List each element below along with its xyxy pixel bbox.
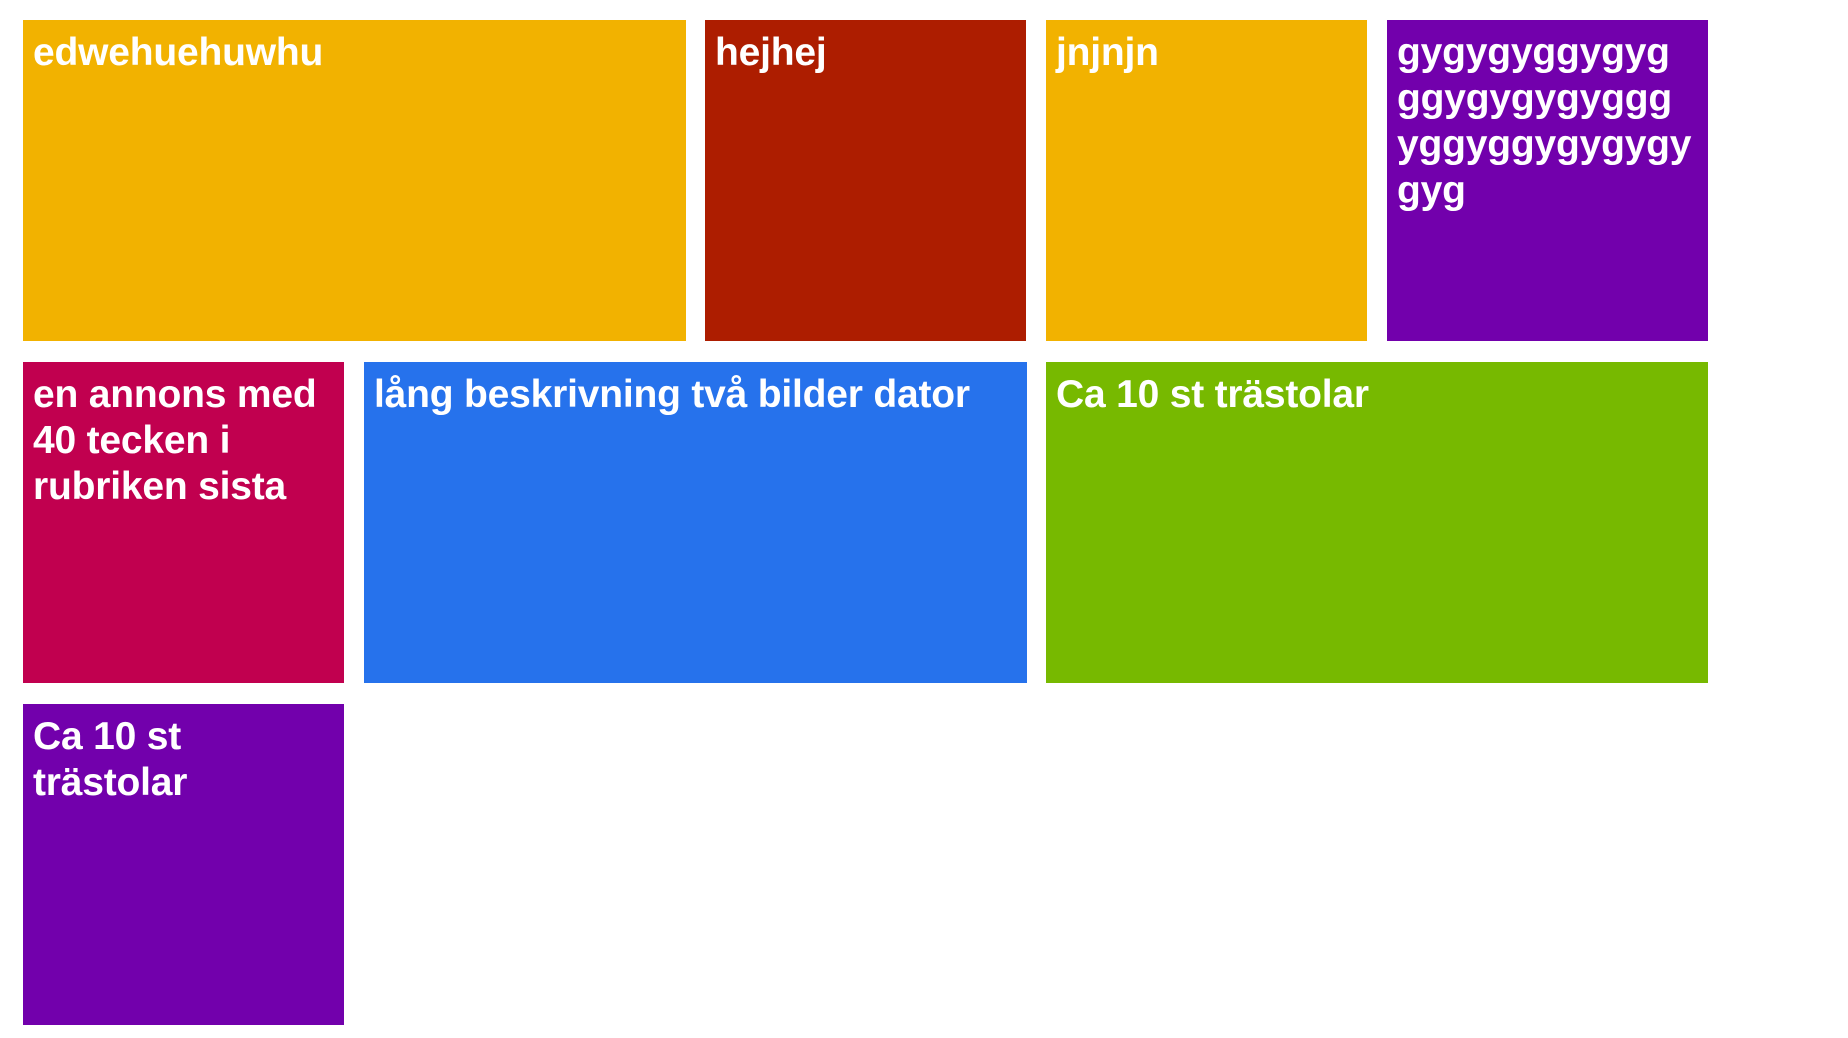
listing-tile[interactable]: hejhej bbox=[705, 20, 1026, 341]
listing-tile[interactable]: lång beskrivning två bilder dator bbox=[364, 362, 1027, 683]
listing-title: edwehuehuwhu bbox=[33, 31, 324, 74]
listing-tile-grid: edwehuehuwhu hejhej jnjnjn gygygyggygyg … bbox=[0, 0, 1848, 1038]
listing-title: en annons med 40 tecken i rubriken sista bbox=[33, 373, 317, 508]
listing-tile[interactable]: jnjnjn bbox=[1046, 20, 1367, 341]
listing-title: Ca 10 st trästolar bbox=[1056, 373, 1369, 416]
listing-tile[interactable]: en annons med 40 tecken i rubriken sista bbox=[23, 362, 344, 683]
listing-tile[interactable]: edwehuehuwhu bbox=[23, 20, 686, 341]
listing-tile[interactable]: Ca 10 st trästolar bbox=[1046, 362, 1708, 683]
listing-title: Ca 10 st trästolar bbox=[33, 715, 188, 804]
listing-tile[interactable]: gygygyggygyg ggygygygyggg yggyggygygygy … bbox=[1387, 20, 1708, 341]
listing-title: lång beskrivning två bilder dator bbox=[374, 373, 970, 416]
listing-title: gygygyggygyg ggygygygyggg yggyggygygygy … bbox=[1397, 31, 1692, 212]
listing-title: hejhej bbox=[715, 31, 827, 74]
listing-title: jnjnjn bbox=[1056, 31, 1159, 74]
listing-tile[interactable]: Ca 10 st trästolar bbox=[23, 704, 344, 1025]
